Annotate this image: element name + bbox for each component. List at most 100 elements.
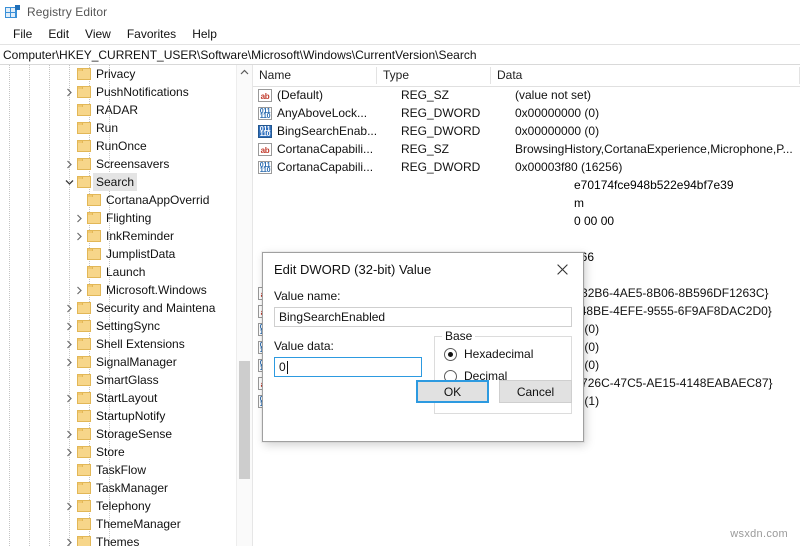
folder-icon (77, 68, 91, 80)
column-header-name[interactable]: Name (253, 65, 377, 86)
chevron-right-icon[interactable] (64, 87, 75, 98)
folder-icon (77, 302, 91, 314)
value-data-cell: m (574, 196, 584, 210)
tree-node-label: TaskManager (96, 481, 169, 495)
chevron-right-icon[interactable] (64, 321, 75, 332)
tree-node-spacer (64, 411, 75, 422)
tree-node-label: StartLayout (96, 391, 158, 405)
menu-edit[interactable]: Edit (40, 26, 77, 42)
table-row[interactable]: 011 110 CortanaCapabili... REG_DWORD 0x00003… (253, 158, 800, 176)
value-data-cell: 0x00003f80 (16256) (515, 160, 623, 174)
tree-node-pushnotifications[interactable]: PushNotifications (0, 83, 237, 101)
table-row[interactable]: 011 110 AnyAboveLock... REG_DWORD 0x00000000… (253, 104, 800, 122)
value-data-cell: (value not set) (515, 88, 592, 102)
table-row-obscured[interactable]: m (253, 194, 800, 212)
tree-node-privacy[interactable]: Privacy (0, 65, 237, 83)
tree-node-storagesense[interactable]: StorageSense (0, 425, 237, 443)
folder-icon (87, 230, 101, 242)
tree-node-inkreminder[interactable]: InkReminder (0, 227, 237, 245)
chevron-right-icon[interactable] (74, 213, 85, 224)
tree-node-microsoft-windows[interactable]: Microsoft.Windows (0, 281, 237, 299)
ok-button[interactable]: OK (416, 380, 489, 403)
folder-icon (77, 500, 91, 512)
folder-icon (77, 356, 91, 368)
tree-node-startupnotify[interactable]: StartupNotify (0, 407, 237, 425)
value-type-cell: REG_SZ (401, 142, 450, 156)
folder-icon (87, 212, 101, 224)
folder-icon (77, 320, 91, 332)
chevron-right-icon[interactable] (74, 231, 85, 242)
tree-node-smartglass[interactable]: SmartGlass (0, 371, 237, 389)
chevron-right-icon[interactable] (74, 285, 85, 296)
tree-node-thememanager[interactable]: ThemeManager (0, 515, 237, 533)
tree-node-security-and-maintena[interactable]: Security and Maintena (0, 299, 237, 317)
tree-node-signalmanager[interactable]: SignalManager (0, 353, 237, 371)
chevron-right-icon[interactable] (64, 447, 75, 458)
value-data-text: 0 (279, 360, 286, 374)
cancel-button[interactable]: Cancel (499, 380, 572, 403)
tree-node-themes[interactable]: Themes (0, 533, 237, 546)
tree-node-telephony[interactable]: Telephony (0, 497, 237, 515)
tree-node-label: Flighting (106, 211, 152, 225)
folder-icon (77, 122, 91, 134)
value-data-input[interactable]: 0 (274, 357, 422, 377)
dialog-title: Edit DWORD (32-bit) Value (274, 262, 432, 277)
folder-icon (77, 410, 91, 422)
value-name-input[interactable]: BingSearchEnabled (274, 307, 572, 327)
registry-tree[interactable]: Privacy PushNotifications RADAR Run RunOnce S… (0, 65, 237, 546)
chevron-down-icon[interactable] (64, 177, 75, 188)
tree-node-launch[interactable]: Launch (0, 263, 237, 281)
tree-node-taskmanager[interactable]: TaskManager (0, 479, 237, 497)
tree-node-jumplistdata[interactable]: JumplistData (0, 245, 237, 263)
value-type-cell: REG_DWORD (401, 106, 481, 120)
chevron-right-icon[interactable] (64, 339, 75, 350)
registry-tree-pane: Privacy PushNotifications RADAR Run RunOnce S… (0, 65, 253, 546)
table-row-obscured[interactable] (253, 230, 800, 248)
tree-node-store[interactable]: Store (0, 443, 237, 461)
tree-node-cortanaappoverrid[interactable]: CortanaAppOverrid (0, 191, 237, 209)
chevron-right-icon[interactable] (64, 537, 75, 546)
tree-vertical-scrollbar[interactable] (236, 65, 252, 546)
column-header-type[interactable]: Type (377, 65, 491, 86)
tree-node-label: Telephony (96, 499, 151, 513)
chevron-right-icon[interactable] (64, 159, 75, 170)
tree-node-flighting[interactable]: Flighting (0, 209, 237, 227)
tree-node-search[interactable]: Search (0, 173, 237, 191)
chevron-right-icon[interactable] (64, 303, 75, 314)
scroll-up-icon[interactable] (237, 65, 252, 80)
tree-scroll-thumb[interactable] (239, 361, 250, 479)
dialog-body: Value name: BingSearchEnabled Value data… (263, 289, 583, 414)
chevron-right-icon[interactable] (64, 501, 75, 512)
menu-help[interactable]: Help (184, 26, 225, 42)
tree-node-taskflow[interactable]: TaskFlow (0, 461, 237, 479)
chevron-right-icon[interactable] (64, 393, 75, 404)
radio-hexadecimal[interactable]: Hexadecimal (444, 343, 562, 365)
address-bar[interactable]: Computer\HKEY_CURRENT_USER\Software\Micr… (0, 44, 800, 65)
column-header-data[interactable]: Data (491, 65, 800, 86)
chevron-right-icon[interactable] (64, 429, 75, 440)
table-row[interactable]: ab (Default) REG_SZ (value not set) (253, 86, 800, 104)
tree-node-label: Run (96, 121, 119, 135)
table-row-obscured[interactable]: 0 00 00 (253, 212, 800, 230)
tree-node-settingsync[interactable]: SettingSync (0, 317, 237, 335)
folder-icon (77, 140, 91, 152)
menu-favorites[interactable]: Favorites (119, 26, 184, 42)
table-row-obscured[interactable]: e70174fce948b522e94bf7e39 (253, 176, 800, 194)
tree-node-runonce[interactable]: RunOnce (0, 137, 237, 155)
menu-bar: File Edit View Favorites Help (0, 24, 800, 44)
table-row[interactable]: 011 110 BingSearchEnab... REG_DWORD 0x000000… (253, 122, 800, 140)
tree-node-run[interactable]: Run (0, 119, 237, 137)
close-icon[interactable] (541, 254, 583, 285)
chevron-right-icon[interactable] (64, 357, 75, 368)
tree-node-startlayout[interactable]: StartLayout (0, 389, 237, 407)
menu-file[interactable]: File (5, 26, 40, 42)
tree-node-label: SignalManager (96, 355, 177, 369)
tree-node-radar[interactable]: RADAR (0, 101, 237, 119)
menu-view[interactable]: View (77, 26, 119, 42)
tree-node-label: Shell Extensions (96, 337, 185, 351)
value-name-cell: CortanaCapabili... (277, 160, 374, 174)
tree-node-shell-extensions[interactable]: Shell Extensions (0, 335, 237, 353)
table-row[interactable]: ab CortanaCapabili... REG_SZ BrowsingHistor… (253, 140, 800, 158)
tree-node-screensavers[interactable]: Screensavers (0, 155, 237, 173)
tree-node-spacer (64, 483, 75, 494)
